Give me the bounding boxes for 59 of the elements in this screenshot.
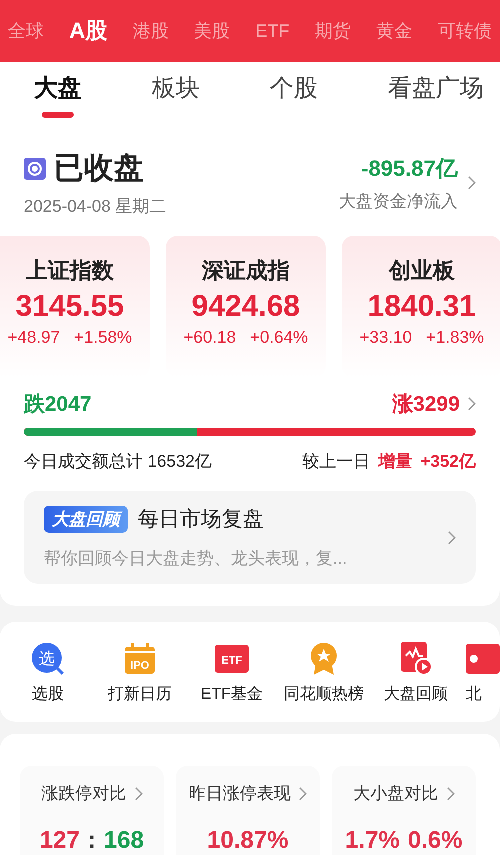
index-name: 创业板 [389,257,455,285]
trade-date: 2025-04-08 星期二 [24,196,167,218]
section-tab[interactable]: 大盘 [34,72,82,124]
index-change: +60.18 [184,328,236,348]
index-change: +33.10 [360,328,412,348]
stat-value: : [88,827,96,855]
stat-value: 127 [40,827,80,855]
shortcut-item[interactable]: 同花顺热榜 [278,622,370,722]
review-badge: 大盘回顾 [44,506,128,532]
chevron-icon [299,786,307,800]
index-value: 3145.55 [16,290,124,324]
review-title: 每日市场复盘 [138,507,264,533]
turnover-total: 今日成交额总计 16532亿 [24,451,212,473]
shortcut-item[interactable]: 北 [462,622,500,722]
index-change: +48.97 [8,328,60,348]
index-name: 上证指数 [26,257,114,285]
advancers-count: 涨3299 [392,392,460,418]
decliners-count: 跌2047 [24,392,92,418]
index-value: 1840.31 [368,290,476,324]
shortcut-item[interactable]: 大盘回顾 [370,622,462,722]
change-value: +352亿 [420,451,476,473]
stat-card[interactable]: 涨跌停对比 127 : 168 [20,766,164,855]
review-card[interactable]: 大盘回顾 每日市场复盘 帮你回顾今日大盘走势、龙头表现，复... [24,491,476,584]
stat-card[interactable]: 昨日涨停表现 10.87% [176,766,320,855]
net-flow-label: 大盘资金净流入 [339,190,458,212]
chevron-icon [446,786,454,800]
etf-icon: ETF [215,642,249,676]
stat-value: 10.87% [207,827,289,855]
index-percent: +0.64% [250,328,308,348]
section-tab[interactable]: 个股 [270,72,318,124]
chevron-icon [468,176,476,190]
shortcut-item[interactable]: ETF ETF基金 [186,622,278,722]
stat-value: 0.6% [408,827,463,855]
search-icon: 选 [31,642,65,676]
index-percent: +1.83% [426,328,484,348]
stat-title: 昨日涨停表现 [189,783,291,805]
index-name: 深证成指 [202,257,290,285]
change-label: 增量 [378,451,413,473]
compare-label: 较上一日 [302,451,371,473]
closed-status-icon [24,158,46,180]
index-percent: +1.58% [74,328,132,348]
shortcut-item[interactable]: IPO 打新日历 [94,622,186,722]
net-flow-value: -895.87亿 [361,154,458,182]
section-tab[interactable]: 板块 [152,72,200,124]
chevron-icon [468,397,476,411]
index-value: 9424.68 [192,290,300,324]
stat-value: 168 [104,827,144,855]
market-tab[interactable]: A股 [69,16,108,46]
chart-play-icon [399,642,433,676]
shortcut-item[interactable]: 选 选股 [2,622,94,722]
stat-card[interactable]: 大小盘对比 1.7% 0.6% [332,766,476,855]
section-tab[interactable]: 看盘广场 [388,72,484,124]
stat-value: 1.7% [345,827,400,855]
chevron-icon [134,786,142,800]
stat-title: 涨跌停对比 [42,783,126,805]
review-summary: 帮你回顾今日大盘走势、龙头表现，复... [44,548,348,570]
chevron-icon [448,530,456,544]
market-status: 已收盘 [54,151,144,187]
stat-title: 大小盘对比 [354,783,438,805]
